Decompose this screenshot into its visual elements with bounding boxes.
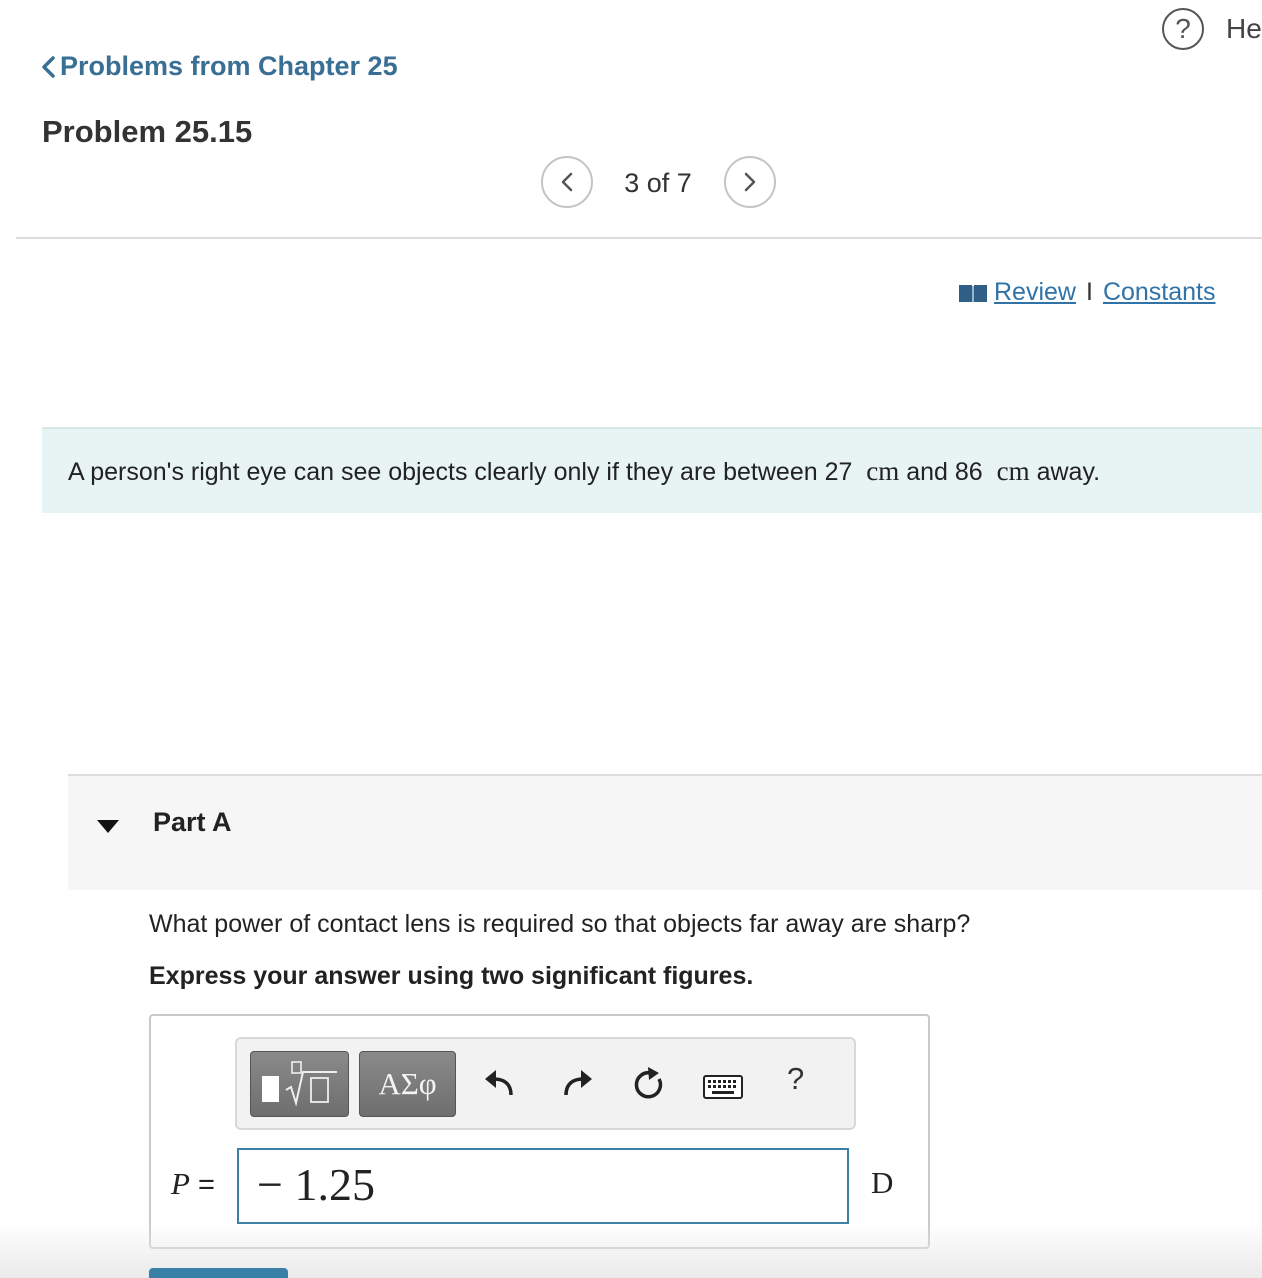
submit-button[interactable] — [149, 1268, 288, 1278]
problem-statement: A person's right eye can see objects cle… — [42, 427, 1262, 513]
resources-row: Review I Constants — [958, 278, 1216, 307]
unit-label: D — [871, 1165, 894, 1200]
caret-down-icon[interactable] — [96, 818, 120, 834]
math-help-button[interactable]: ? — [787, 1061, 804, 1097]
math-templates-icon — [261, 1061, 337, 1107]
back-link-label: Problems from Chapter 25 — [60, 51, 398, 81]
undo-icon — [485, 1070, 513, 1096]
variable-label: P = — [171, 1166, 215, 1202]
unit-cm: cm — [996, 456, 1030, 486]
help-link[interactable]: He — [1226, 13, 1262, 45]
review-link[interactable]: Review — [994, 278, 1076, 307]
redo-button[interactable] — [562, 1067, 594, 1099]
part-a-header[interactable]: Part A — [68, 774, 1262, 890]
question-text: What power of contact lens is required s… — [149, 910, 971, 938]
chevron-left-icon — [561, 172, 573, 192]
variable-name: P — [171, 1166, 190, 1201]
problem-text: A person's right eye can see objects cle… — [68, 456, 1100, 487]
page-title: Problem 25.15 — [42, 114, 253, 149]
redo-icon — [564, 1070, 592, 1096]
unit-cm: cm — [866, 456, 900, 486]
header-divider — [16, 237, 1262, 239]
chevron-left-icon — [42, 55, 55, 78]
greek-symbols-button[interactable]: ΑΣφ — [359, 1051, 456, 1117]
reset-icon — [634, 1067, 663, 1099]
problem-text-part: and 86 — [906, 458, 983, 486]
answer-value: − 1.25 — [257, 1159, 375, 1210]
instruction-text: Express your answer using two significan… — [149, 962, 754, 990]
math-toolbar: ΑΣφ ? — [235, 1037, 856, 1130]
part-title: Part A — [153, 807, 232, 837]
previous-problem-button[interactable] — [541, 156, 593, 208]
equals-sign: = — [198, 1169, 215, 1201]
reset-button[interactable] — [632, 1067, 666, 1101]
keyboard-button[interactable] — [703, 1075, 743, 1099]
pager-position: 3 of 7 — [624, 168, 692, 198]
keyboard-icon — [703, 1075, 743, 1099]
greek-symbols-label: ΑΣφ — [378, 1066, 437, 1101]
constants-link[interactable]: Constants — [1103, 278, 1216, 307]
resources-separator: I — [1085, 278, 1093, 306]
answer-input[interactable]: − 1.25 — [237, 1148, 849, 1224]
problem-text-part: away. — [1036, 458, 1101, 486]
undo-button[interactable] — [483, 1067, 515, 1099]
problem-text-part: A person's right eye can see objects cle… — [68, 458, 853, 486]
book-icon — [959, 284, 987, 302]
back-to-chapter-link[interactable]: Problems from Chapter 25 — [40, 51, 398, 82]
help-icon[interactable]: ? — [1162, 8, 1204, 50]
next-problem-button[interactable] — [724, 156, 776, 208]
templates-button[interactable] — [250, 1051, 349, 1117]
chevron-right-icon — [744, 172, 756, 192]
